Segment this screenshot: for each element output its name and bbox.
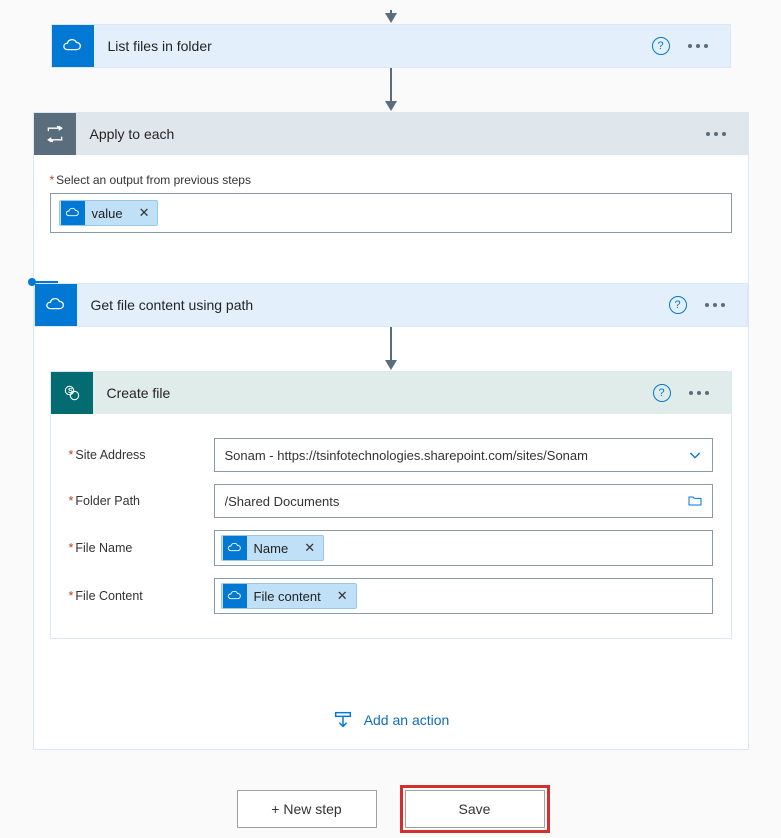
save-button[interactable]: Save [405,790,545,828]
token-name[interactable]: Name ✕ [221,535,325,561]
folder-path-label: *Folder Path [69,494,214,508]
onedrive-icon [223,584,247,608]
file-name-label: *File Name [69,541,214,555]
add-action-icon [332,709,354,731]
more-menu[interactable] [701,299,729,311]
step-title: Create file [93,385,653,401]
remove-token[interactable]: ✕ [131,205,158,221]
step-title: Apply to each [76,126,702,142]
output-label: *Select an output from previous steps [50,173,732,187]
more-menu[interactable] [702,128,730,140]
step-get-file-content[interactable]: Get file content using path ? [34,283,748,327]
token-file-content[interactable]: File content ✕ [221,583,357,609]
remove-token[interactable]: ✕ [296,540,323,556]
folder-icon[interactable] [687,493,703,509]
svg-text:S: S [67,386,72,395]
folder-path-input[interactable] [214,484,713,518]
file-content-label: *File Content [69,589,214,603]
step-title: List files in folder [94,38,652,54]
token-value[interactable]: value ✕ [59,200,159,226]
more-menu[interactable] [685,387,713,399]
output-token-input[interactable]: value ✕ [50,193,732,233]
new-step-button[interactable]: + New step [237,790,377,828]
onedrive-icon [223,536,247,560]
step-list-files[interactable]: List files in folder ? [51,24,731,68]
onedrive-icon [52,25,94,67]
file-content-input[interactable]: File content ✕ [214,578,713,614]
sharepoint-icon: S [51,372,93,414]
more-menu[interactable] [684,40,712,52]
step-title: Get file content using path [77,297,669,313]
step-create-file: S Create file ? *Site Address [50,371,732,639]
help-icon[interactable]: ? [652,37,670,55]
step-apply-to-each: Apply to each *Select an output from pre… [33,112,749,750]
help-icon[interactable]: ? [669,296,687,314]
file-name-input[interactable]: Name ✕ [214,530,713,566]
create-file-header[interactable]: S Create file ? [51,372,731,414]
remove-token[interactable]: ✕ [329,588,356,604]
connector-line [30,281,58,283]
onedrive-icon [35,284,77,326]
loop-icon [34,113,76,155]
apply-to-each-header[interactable]: Apply to each [34,113,748,155]
add-action-button[interactable]: Add an action [364,712,450,728]
site-address-label: *Site Address [69,448,214,462]
onedrive-icon [61,201,85,225]
help-icon[interactable]: ? [653,384,671,402]
site-address-input[interactable] [214,438,713,472]
